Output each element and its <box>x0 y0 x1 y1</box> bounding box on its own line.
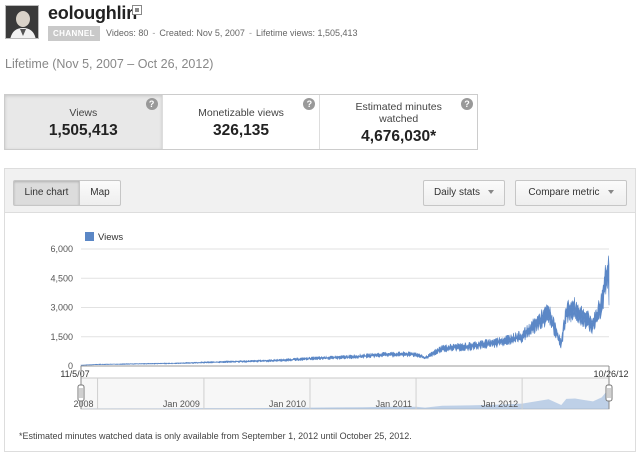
external-link-icon[interactable] <box>132 5 142 15</box>
views-series-area <box>80 255 610 366</box>
y-tick-label: 4,500 <box>50 273 73 283</box>
navigator-label: Jan 2009 <box>163 399 200 409</box>
avatar-portrait <box>6 6 38 38</box>
compare-metric-dropdown[interactable]: Compare metric <box>515 180 627 206</box>
help-icon[interactable]: ? <box>145 98 158 110</box>
metric-label: Views <box>69 107 98 119</box>
metric-label: Estimated minutes watched <box>355 101 442 125</box>
views-chart[interactable]: 6,0004,5003,0001,500011/5/07 10/26/122008… <box>5 213 635 455</box>
help-icon[interactable]: ? <box>461 98 474 110</box>
chart-toolbar: Line chart Map Daily stats Compare metri… <box>5 169 635 213</box>
chevron-down-icon <box>607 190 614 195</box>
metric-label: Monetizable views <box>198 107 284 119</box>
daily-stats-dropdown[interactable]: Daily stats <box>423 180 505 206</box>
compare-metric-label: Compare metric <box>528 187 600 198</box>
navigator-label: Jan 2012 <box>481 399 518 409</box>
line-chart-button[interactable]: Line chart <box>13 180 80 206</box>
metric-tabs: ? Views 1,505,413 ? Monetizable views 32… <box>4 94 478 150</box>
created-date: Created: Nov 5, 2007 <box>159 28 245 38</box>
map-button[interactable]: Map <box>79 180 121 206</box>
navigator-label: Jan 2011 <box>376 399 412 409</box>
y-tick-label: 1,500 <box>50 332 73 342</box>
channel-meta: Videos: 80- Created: Nov 5, 2007- Lifetime… <box>106 28 358 38</box>
daily-stats-label: Daily stats <box>433 187 481 198</box>
metric-value: 326,135 <box>212 122 270 139</box>
videos-count: Videos: 80 <box>106 28 149 38</box>
lifetime-views: Lifetime views: 1,505,413 <box>255 28 358 38</box>
footnote: *Estimated minutes watched data is only … <box>19 431 412 441</box>
navigator-label: Jan 2010 <box>269 399 306 409</box>
channel-name[interactable]: eoloughlin <box>48 3 137 24</box>
metric-value: 4,676,030* <box>361 128 437 145</box>
metric-tab-estimated-minutes[interactable]: ? Estimated minutes watched 4,676,030* <box>320 95 478 149</box>
metric-tab-views[interactable]: ? Views 1,505,413 <box>5 95 163 149</box>
metric-tab-monetizable-views[interactable]: ? Monetizable views 326,135 <box>162 95 321 149</box>
channel-badge: CHANNEL <box>48 26 100 41</box>
y-tick-label: 6,000 <box>50 244 73 254</box>
date-range-label: Lifetime (Nov 5, 2007 – Oct 26, 2012) <box>5 57 214 71</box>
range-start-handle[interactable] <box>77 384 85 402</box>
chevron-down-icon <box>488 190 495 195</box>
metric-value: 1,505,413 <box>48 122 118 139</box>
chart-panel: Line chart Map Daily stats Compare metri… <box>4 168 636 452</box>
range-end-handle[interactable] <box>605 384 613 402</box>
channel-avatar[interactable] <box>5 5 39 39</box>
y-tick-label: 3,000 <box>50 303 73 313</box>
